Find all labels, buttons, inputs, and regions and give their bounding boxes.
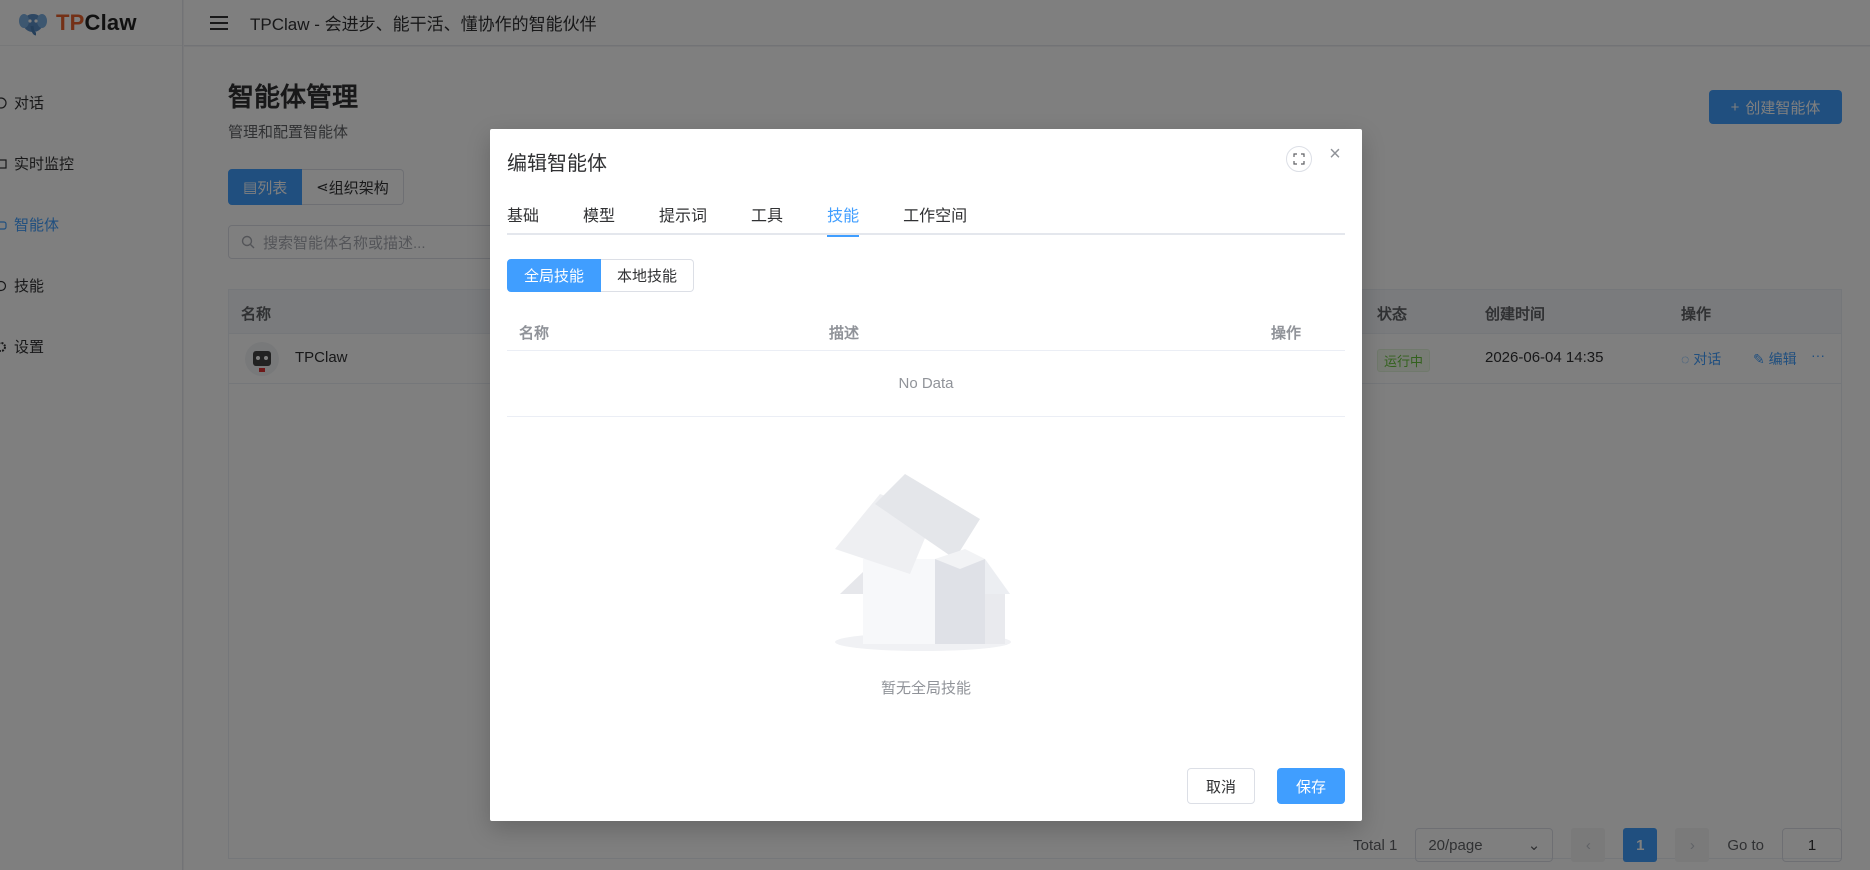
cancel-button[interactable]: 取消 [1186, 768, 1255, 804]
tab-tools[interactable]: 工具 [751, 201, 783, 235]
tab-workspace[interactable]: 工作空间 [903, 201, 967, 235]
tab-skills[interactable]: 技能 [827, 201, 860, 237]
tab-model[interactable]: 模型 [583, 201, 615, 235]
dialog-footer: 取消 保存 [1186, 768, 1345, 804]
empty-message: 暂无全局技能 [880, 680, 971, 697]
save-button[interactable]: 保存 [1276, 768, 1345, 804]
col-desc: 描述 [829, 325, 860, 342]
dialog-tabs: 基础 模型 提示词 工具 技能 工作空间 [507, 201, 1345, 237]
skills-table: 名称 描述 操作 No Data [507, 311, 1345, 417]
global-skills-button[interactable]: 全局技能 [507, 259, 602, 292]
no-data-row: No Data [507, 351, 1345, 417]
dialog-title: 编辑智能体 [507, 153, 607, 175]
edit-agent-dialog: 编辑智能体 × 基础 模型 提示词 工具 技能 工作空间 全局技能 本地技能 名… [490, 129, 1362, 821]
col-name: 名称 [519, 325, 550, 342]
empty-box-icon [835, 474, 1011, 651]
fullscreen-icon [1293, 153, 1305, 165]
skill-scope-toggle: 全局技能 本地技能 [507, 259, 695, 292]
col-actions: 操作 [1271, 325, 1302, 342]
fullscreen-button[interactable] [1286, 146, 1312, 172]
close-icon: × [1329, 142, 1341, 165]
skills-table-header: 名称 描述 操作 [507, 311, 1345, 351]
close-button[interactable]: × [1325, 142, 1345, 165]
local-skills-button[interactable]: 本地技能 [601, 259, 695, 292]
tab-prompt[interactable]: 提示词 [659, 201, 707, 235]
tab-basic[interactable]: 基础 [507, 201, 539, 235]
